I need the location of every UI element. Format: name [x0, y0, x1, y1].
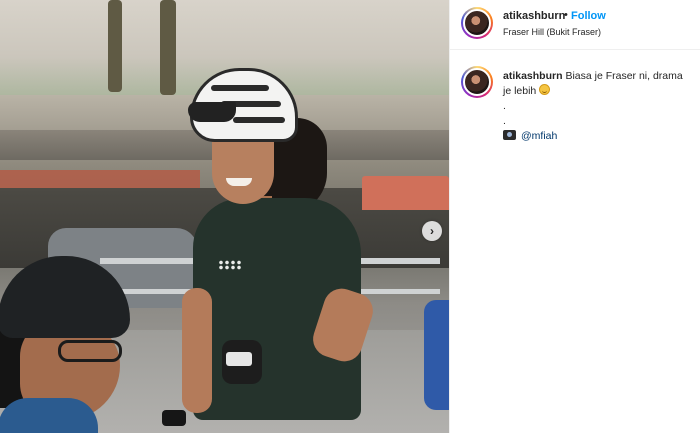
follow-button[interactable]: Follow — [571, 10, 606, 22]
background-blue-car — [424, 300, 449, 410]
post-sidebar: atikashburn • Follow Fraser Hill (Bukit … — [449, 0, 700, 433]
background-tree — [108, 0, 122, 92]
username-link[interactable]: atikashburn — [503, 10, 565, 22]
second-rider-glasses — [58, 340, 122, 362]
post-caption: atikashburn Biasa je Fraser ni, drama je… — [503, 69, 693, 144]
second-rider-shirt — [0, 398, 98, 433]
caption-dot: . — [503, 100, 506, 112]
rider-arm — [182, 288, 212, 413]
caption-username-link[interactable]: atikashburn — [503, 70, 563, 82]
avatar[interactable] — [461, 7, 493, 39]
caption-dot: . — [503, 115, 506, 127]
photo-credit-mention[interactable]: @mfiah — [521, 130, 557, 142]
location-link[interactable]: Fraser Hill (Bukit Fraser) — [503, 27, 601, 37]
camera-icon — [503, 130, 516, 140]
separator-dot: • — [564, 9, 568, 21]
background-awning — [362, 176, 449, 210]
chevron-right-icon: › — [430, 224, 434, 238]
helmet-visor — [188, 102, 236, 122]
background-tree — [160, 0, 176, 95]
next-media-button[interactable]: › — [422, 221, 442, 241]
post-photo[interactable]: › — [0, 0, 449, 433]
rider-watch — [162, 410, 186, 426]
grinning-sweat-emoji-icon — [539, 84, 551, 95]
jersey-logo — [218, 260, 242, 270]
glove-logo — [226, 352, 252, 366]
post-header: atikashburn • Follow Fraser Hill (Bukit … — [450, 0, 700, 50]
background-canopy — [0, 170, 200, 188]
rider-smile — [226, 178, 252, 186]
caption-avatar[interactable] — [461, 66, 493, 98]
